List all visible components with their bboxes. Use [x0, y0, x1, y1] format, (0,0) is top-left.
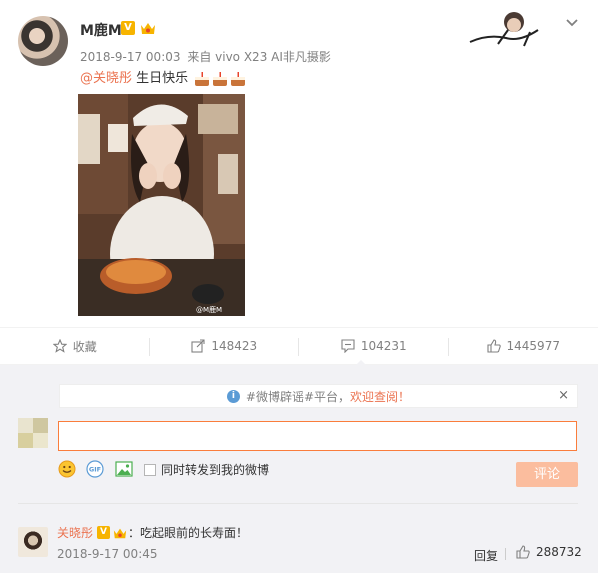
- verified-badge: V: [121, 21, 135, 35]
- post-source: 来自 vivo X23 AI非凡摄影: [187, 50, 331, 64]
- submit-comment-button[interactable]: 评论: [516, 462, 578, 487]
- photo-watermark: @M鹿M: [196, 305, 222, 314]
- repost-count: 148423: [211, 339, 258, 353]
- commenter-verified-badge: V: [97, 526, 111, 539]
- svg-text:GIF: GIF: [89, 466, 101, 474]
- author-avatar[interactable]: [18, 16, 68, 66]
- repost-label: 同时转发到我的微博: [161, 463, 270, 477]
- mention-link[interactable]: @关晓彤: [80, 71, 132, 86]
- commenter-name[interactable]: 关晓彤: [57, 524, 93, 541]
- cake-emoji-icons: [195, 71, 246, 86]
- comment-input-wrapper: [58, 421, 577, 451]
- thumbs-up-icon: [516, 545, 530, 559]
- favorite-label: 收藏: [72, 339, 97, 354]
- smiley-icon[interactable]: [58, 460, 76, 478]
- star-icon: [52, 339, 67, 353]
- like-button[interactable]: 1445977: [449, 328, 598, 364]
- comment-like-count: 288732: [536, 545, 582, 559]
- info-icon: i: [226, 389, 240, 403]
- post-text: @关晓彤 生日快乐: [80, 67, 246, 87]
- rumor-notice: i #微博辟谣#平台， 欢迎查阅！ ×: [59, 384, 578, 408]
- post-body: 生日快乐: [136, 71, 189, 86]
- favorite-button[interactable]: 收藏: [0, 328, 150, 364]
- repost-checkbox[interactable]: [144, 463, 156, 476]
- close-icon[interactable]: ×: [558, 388, 569, 403]
- author-name[interactable]: M鹿M: [80, 20, 122, 40]
- like-count: 1445977: [506, 339, 560, 353]
- post-photo[interactable]: @M鹿M: [78, 94, 245, 316]
- image-icon[interactable]: [115, 460, 133, 478]
- separator: [505, 548, 506, 560]
- comment-input[interactable]: [59, 422, 576, 450]
- commenter-avatar[interactable]: [18, 527, 48, 557]
- crown-icon: [141, 23, 155, 34]
- post-timestamp[interactable]: 2018-9-17 00:03: [80, 50, 181, 64]
- comment-count: 104231: [360, 339, 407, 353]
- comment-like-button[interactable]: 288732: [516, 545, 582, 559]
- comment-icon: [341, 339, 355, 353]
- notice-text: #微博辟谣#平台，: [245, 389, 351, 404]
- comment-line: 关晓彤 V ：吃起眼前的长寿面！: [57, 524, 248, 541]
- divider: [18, 503, 578, 504]
- reply-button[interactable]: 回复: [474, 547, 498, 564]
- repost-button[interactable]: 148423: [150, 328, 300, 364]
- notice-link[interactable]: 欢迎查阅！: [350, 388, 410, 405]
- thumbs-up-icon: [486, 339, 501, 353]
- repost-option[interactable]: 同时转发到我的微博: [144, 461, 269, 478]
- comment-timestamp: 2018-9-17 00:45: [57, 547, 158, 561]
- action-bar: 收藏 148423 104231 1445977: [0, 327, 598, 365]
- weibo-post-card: M鹿M V 2018-9-17 00:03 来自 vivo X23 AI非凡摄影…: [0, 0, 598, 573]
- current-user-avatar: [18, 418, 48, 448]
- comment-button[interactable]: 104231: [299, 328, 449, 364]
- crown-icon: [113, 528, 127, 538]
- gif-icon[interactable]: GIF: [86, 460, 104, 478]
- signature-decoration: [469, 12, 539, 47]
- chevron-down-icon[interactable]: [564, 16, 580, 30]
- comment-text: ：吃起眼前的长寿面！: [128, 526, 249, 540]
- post-meta: 2018-9-17 00:03 来自 vivo X23 AI非凡摄影: [80, 48, 334, 65]
- share-icon: [191, 339, 205, 353]
